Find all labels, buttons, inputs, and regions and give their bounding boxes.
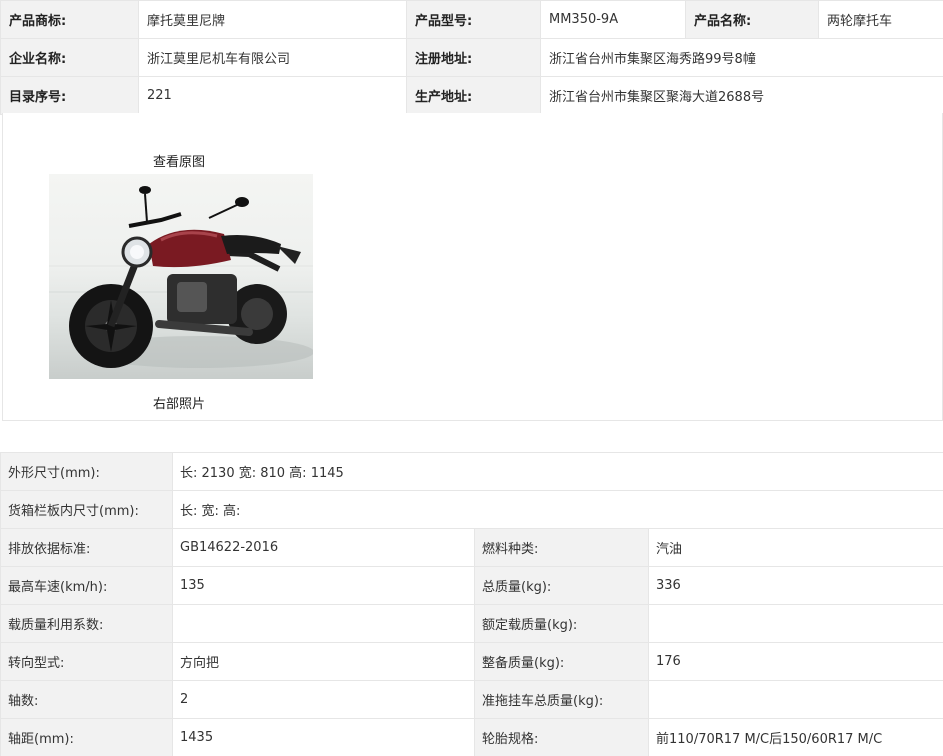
basic-info-row: 企业名称: 浙江莫里尼机车有限公司 注册地址: 浙江省台州市集聚区海秀路99号8… xyxy=(0,38,943,77)
spec-row: 货箱栏板内尺寸(mm): 长: 宽: 高: xyxy=(0,490,943,529)
emission-standard-label: 排放依据标准: xyxy=(0,528,173,567)
basic-info-row: 目录序号: 221 生产地址: 浙江省台州市集聚区聚海大道2688号 xyxy=(0,76,943,115)
spec-row: 载质量利用系数: 额定载质量(kg): xyxy=(0,604,943,643)
trademark-label: 产品商标: xyxy=(0,0,139,39)
catalog-number-value: 221 xyxy=(138,76,407,115)
company-label: 企业名称: xyxy=(0,38,139,77)
spec-row: 排放依据标准: GB14622-2016 燃料种类: 汽油 xyxy=(0,528,943,567)
wheelbase-value: 1435 xyxy=(172,718,475,756)
motorcycle-photo[interactable] xyxy=(49,174,313,379)
registered-address-value: 浙江省台州市集聚区海秀路99号8幢 xyxy=(540,38,943,77)
fuel-type-label: 燃料种类: xyxy=(474,528,649,567)
max-speed-value: 135 xyxy=(172,566,475,605)
production-address-label: 生产地址: xyxy=(406,76,541,115)
spec-row: 轴距(mm): 1435 轮胎规格: 前110/70R17 M/C后150/60… xyxy=(0,718,943,756)
spec-row: 最高车速(km/h): 135 总质量(kg): 336 xyxy=(0,566,943,605)
rated-load-label: 额定载质量(kg): xyxy=(474,604,649,643)
view-original-link[interactable]: 查看原图 xyxy=(153,151,205,170)
spec-row: 转向型式: 方向把 整备质量(kg): 176 xyxy=(0,642,943,681)
cargo-box-label: 货箱栏板内尺寸(mm): xyxy=(0,490,173,529)
company-value: 浙江莫里尼机车有限公司 xyxy=(138,38,407,77)
axle-count-label: 轴数: xyxy=(0,680,173,719)
rated-load-value xyxy=(647,604,943,643)
steering-type-label: 转向型式: xyxy=(0,642,173,681)
gross-mass-value: 336 xyxy=(647,566,943,605)
photo-section: 查看原图 右部照片 xyxy=(2,113,943,421)
trailer-mass-value xyxy=(647,680,943,719)
dimensions-label: 外形尺寸(mm): xyxy=(0,452,173,491)
motorcycle-image xyxy=(49,186,313,368)
gross-mass-label: 总质量(kg): xyxy=(474,566,649,605)
emission-standard-value: GB14622-2016 xyxy=(172,528,475,567)
trailer-mass-label: 准拖挂车总质量(kg): xyxy=(474,680,649,719)
catalog-number-label: 目录序号: xyxy=(0,76,139,115)
registered-address-label: 注册地址: xyxy=(406,38,541,77)
specs-table: 外形尺寸(mm): 长: 2130 宽: 810 高: 1145 货箱栏板内尺寸… xyxy=(0,452,943,756)
fuel-type-value: 汽油 xyxy=(647,528,943,567)
max-speed-label: 最高车速(km/h): xyxy=(0,566,173,605)
axle-count-value: 2 xyxy=(172,680,475,719)
production-address-value: 浙江省台州市集聚区聚海大道2688号 xyxy=(540,76,943,115)
spec-row: 轴数: 2 准拖挂车总质量(kg): xyxy=(0,680,943,719)
dimensions-value: 长: 2130 宽: 810 高: 1145 xyxy=(171,452,943,491)
spec-row: 外形尺寸(mm): 长: 2130 宽: 810 高: 1145 xyxy=(0,452,943,491)
load-factor-label: 载质量利用系数: xyxy=(0,604,173,643)
tire-spec-value: 前110/70R17 M/C后150/60R17 M/C xyxy=(647,718,943,756)
curb-weight-label: 整备质量(kg): xyxy=(474,642,649,681)
basic-info-table: 产品商标: 摩托莫里尼牌 产品型号: MM350-9A 产品名称: 两轮摩托车 … xyxy=(0,0,943,115)
trademark-value: 摩托莫里尼牌 xyxy=(138,0,407,39)
product-name-label: 产品名称: xyxy=(685,0,819,39)
basic-info-row: 产品商标: 摩托莫里尼牌 产品型号: MM350-9A 产品名称: 两轮摩托车 xyxy=(0,0,943,39)
load-factor-value xyxy=(172,604,475,643)
model-label: 产品型号: xyxy=(406,0,541,39)
product-name-value: 两轮摩托车 xyxy=(818,0,943,39)
cargo-box-value: 长: 宽: 高: xyxy=(171,490,943,529)
right-photo-caption: 右部照片 xyxy=(153,397,206,412)
steering-type-value: 方向把 xyxy=(172,642,475,681)
model-value: MM350-9A xyxy=(540,0,686,39)
wheelbase-label: 轴距(mm): xyxy=(0,718,173,756)
tire-spec-label: 轮胎规格: xyxy=(474,718,649,756)
curb-weight-value: 176 xyxy=(647,642,943,681)
